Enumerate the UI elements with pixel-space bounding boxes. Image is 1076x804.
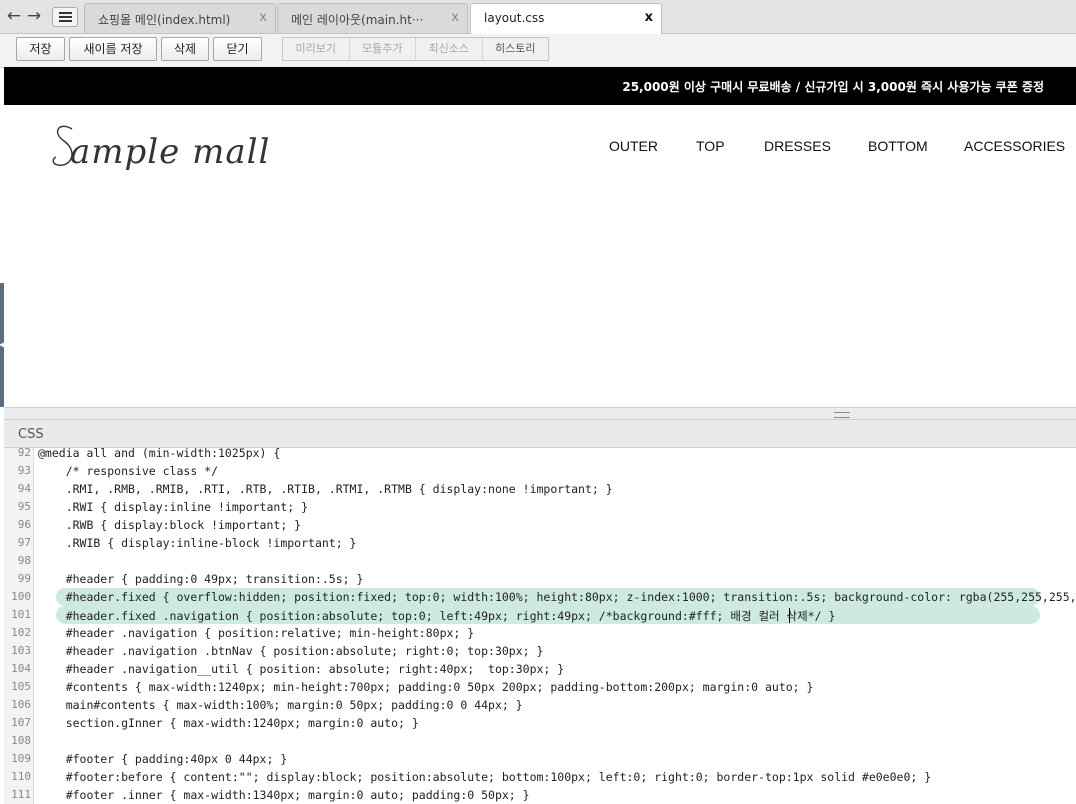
code-line[interactable]: 107 section.gInner { max-width:1240px; m… <box>4 715 1076 733</box>
text-cursor <box>789 608 790 623</box>
tab-main-html[interactable]: 메인 레이아웃(main.ht··· x <box>277 3 468 33</box>
tool-group: 미리보기 모듈추가 최신소스 히스토리 <box>282 37 549 61</box>
close-button[interactable]: 닫기 <box>213 37 262 61</box>
line-number: 109 <box>11 752 31 765</box>
line-number: 95 <box>17 500 31 513</box>
preview-button[interactable]: 미리보기 <box>283 38 350 60</box>
pane-splitter[interactable] <box>4 407 1076 420</box>
promo-banner: 25,000원 이상 구매시 무료배송 / 신규가입 시 3,000원 즉시 사… <box>4 67 1076 105</box>
tab-label: 쇼핑몰 메인(index.html) <box>98 13 231 27</box>
line-number: 111 <box>11 788 31 801</box>
toolbar: 저장 새이름 저장 삭제 닫기 미리보기 모듈추가 최신소스 히스토리 <box>0 34 1076 68</box>
line-number: 105 <box>11 680 31 693</box>
code-line[interactable]: 99 #header { padding:0 49px; transition:… <box>4 571 1076 589</box>
line-number: 102 <box>11 626 31 639</box>
promo-text: 25,000원 이상 구매시 무료배송 / 신규가입 시 3,000원 즉시 사… <box>622 80 1044 94</box>
tab-layout-css[interactable]: layout.css x <box>470 3 662 34</box>
code-editor[interactable]: 92 @media all and (min-width:1025px) { 93 … <box>4 448 1076 804</box>
history-button[interactable]: 히스토리 <box>483 38 549 60</box>
code-text: .RWI { display:inline !important; } <box>38 500 309 514</box>
nav-item-outer[interactable]: OUTER <box>609 138 658 154</box>
tab-label: layout.css <box>484 11 545 25</box>
forward-arrow-icon[interactable]: → <box>26 6 42 26</box>
code-text: #header .navigation { position:relative;… <box>38 626 475 640</box>
code-text: #header.fixed .navigation { position:abs… <box>38 609 836 623</box>
line-number: 94 <box>17 482 31 495</box>
code-text: #header.fixed { overflow:hidden; positio… <box>38 590 1076 604</box>
latest-source-button[interactable]: 최신소스 <box>416 38 483 60</box>
line-number: 92 <box>17 448 31 459</box>
line-number: 104 <box>11 662 31 675</box>
preview-pane: 25,000원 이상 구매시 무료배송 / 신규가입 시 3,000원 즉시 사… <box>4 67 1076 407</box>
line-number: 99 <box>17 572 31 585</box>
line-number: 108 <box>11 734 31 747</box>
code-text: #footer:before { content:""; display:blo… <box>38 770 932 784</box>
back-arrow-icon[interactable]: ← <box>6 6 22 26</box>
tab-list-icon[interactable] <box>52 7 78 27</box>
code-line[interactable]: 104 #header .navigation__util { position… <box>4 661 1076 679</box>
code-line[interactable]: 96 .RWB { display:block !important; } <box>4 517 1076 535</box>
save-as-button[interactable]: 새이름 저장 <box>69 37 157 61</box>
code-line[interactable]: 111 #footer .inner { max-width:1340px; m… <box>4 787 1076 804</box>
tab-label: 메인 레이아웃(main.ht··· <box>291 13 424 27</box>
code-text: #footer { padding:40px 0 44px; } <box>38 752 288 766</box>
line-number: 110 <box>11 770 31 783</box>
code-line[interactable]: 98 <box>4 553 1076 571</box>
code-text: main#contents { max-width:100%; margin:0… <box>38 698 523 712</box>
code-line[interactable]: 101 #header.fixed .navigation { position… <box>4 606 1076 625</box>
line-number: 93 <box>17 464 31 477</box>
code-line[interactable]: 95 .RWI { display:inline !important; } <box>4 499 1076 517</box>
code-text: section.gInner { max-width:1240px; margi… <box>38 716 419 730</box>
code-text: #footer .inner { max-width:1340px; margi… <box>38 788 530 802</box>
nav-item-accessories[interactable]: ACCESSORIES <box>964 138 1065 154</box>
nav-item-dresses[interactable]: DRESSES <box>764 138 831 154</box>
tab-index-html[interactable]: 쇼핑몰 메인(index.html) x <box>84 3 276 33</box>
svg-text:ample mall: ample mall <box>70 132 270 172</box>
code-line[interactable]: 103 #header .navigation .btnNav { positi… <box>4 643 1076 661</box>
line-number: 101 <box>11 608 31 621</box>
panel-title: CSS <box>18 427 44 442</box>
line-number: 96 <box>17 518 31 531</box>
code-line[interactable]: 109 #footer { padding:40px 0 44px; } <box>4 751 1076 769</box>
code-text: .RWIB { display:inline-block !important;… <box>38 536 357 550</box>
line-number: 103 <box>11 644 31 657</box>
site-logo[interactable]: ample mall <box>50 119 300 192</box>
code-line[interactable]: 97 .RWIB { display:inline-block !importa… <box>4 535 1076 553</box>
code-text: .RWB { display:block !important; } <box>38 518 302 532</box>
code-text: #header .navigation__util { position: ab… <box>38 662 565 676</box>
code-line[interactable]: 93 /* responsive class */ <box>4 463 1076 481</box>
code-line[interactable]: 105 #contents { max-width:1240px; min-he… <box>4 679 1076 697</box>
code-text: #header { padding:0 49px; transition:.5s… <box>38 572 364 586</box>
line-number: 107 <box>11 716 31 729</box>
save-button[interactable]: 저장 <box>16 37 65 61</box>
code-line[interactable]: 102 #header .navigation { position:relat… <box>4 625 1076 643</box>
nav-item-bottom[interactable]: BOTTOM <box>868 138 928 154</box>
line-number: 106 <box>11 698 31 711</box>
line-number: 100 <box>11 590 31 603</box>
code-line[interactable]: 110 #footer:before { content:""; display… <box>4 769 1076 787</box>
code-line[interactable]: 94 .RMI, .RMB, .RMIB, .RTI, .RTB, .RTIB,… <box>4 481 1076 499</box>
drag-handle-icon[interactable] <box>834 412 850 418</box>
add-module-button[interactable]: 모듈추가 <box>350 38 416 60</box>
code-line[interactable]: 100 #header.fixed { overflow:hidden; pos… <box>4 588 1076 607</box>
code-text: .RMI, .RMB, .RMIB, .RTI, .RTB, .RTIB, .R… <box>38 482 613 496</box>
code-text: #contents { max-width:1240px; min-height… <box>38 680 814 694</box>
line-number: 98 <box>17 554 31 567</box>
code-line[interactable]: 106 main#contents { max-width:100%; marg… <box>4 697 1076 715</box>
code-line[interactable]: 92 @media all and (min-width:1025px) { <box>4 448 1076 463</box>
code-text: @media all and (min-width:1025px) { <box>38 448 281 460</box>
close-icon[interactable]: x <box>451 10 459 25</box>
delete-button[interactable]: 삭제 <box>161 37 209 61</box>
nav-item-top[interactable]: TOP <box>696 138 725 154</box>
code-text: #header .navigation .btnNav { position:a… <box>38 644 544 658</box>
css-panel-header: CSS <box>4 420 1076 448</box>
code-text: /* responsive class */ <box>38 464 219 478</box>
tab-bar: ← → 쇼핑몰 메인(index.html) x 메인 레이아웃(main.ht… <box>0 0 1076 34</box>
line-number: 97 <box>17 536 31 549</box>
close-icon[interactable]: x <box>259 10 267 25</box>
close-icon[interactable]: x <box>645 10 653 25</box>
code-line[interactable]: 108 <box>4 733 1076 751</box>
